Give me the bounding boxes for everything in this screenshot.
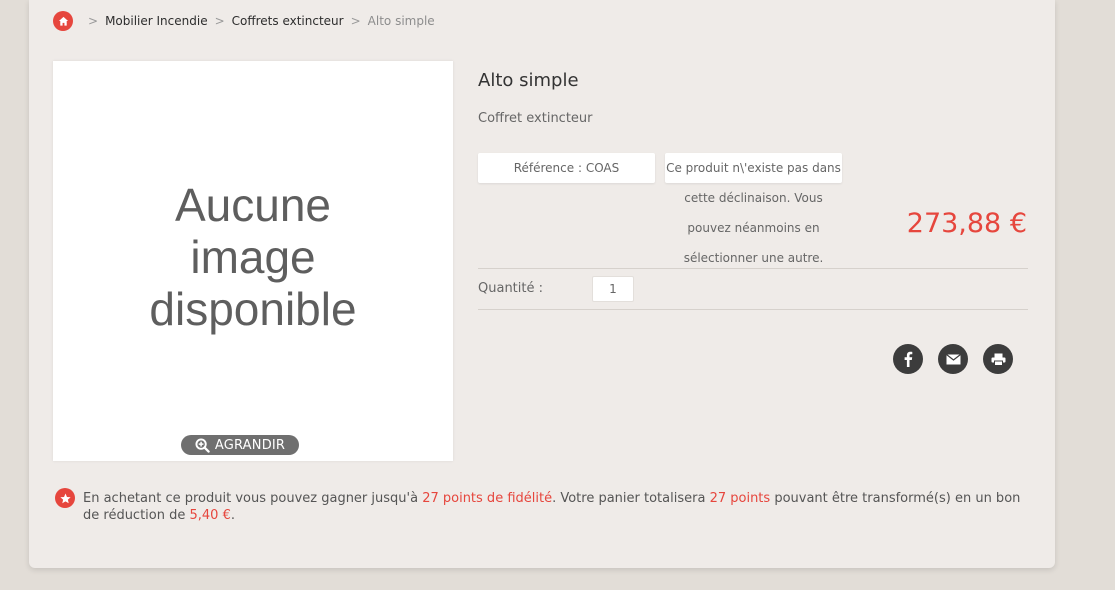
breadcrumb-link-coffrets-extincteur[interactable]: Coffrets extincteur [232, 14, 344, 28]
email-icon [945, 353, 961, 364]
print-button[interactable] [983, 344, 1013, 374]
product-title: Alto simple [478, 70, 579, 91]
product-image[interactable]: Aucune image disponible AGRANDIR [53, 61, 453, 461]
quantity-label: Quantité : [478, 281, 543, 296]
zoom-label: AGRANDIR [214, 437, 286, 453]
breadcrumb-separator: > [350, 14, 361, 28]
availability-line-1: Ce produit n\'existe pas dans [666, 161, 841, 175]
loyalty-points: 27 points de fidélité [422, 491, 553, 506]
loyalty-text-4: . [230, 508, 235, 523]
no-image-placeholder: Aucune image disponible [53, 179, 453, 335]
divider [478, 309, 1028, 310]
product-reference: Référence : COAS [478, 153, 655, 183]
print-icon [991, 353, 1005, 366]
availability-line-3: pouvez néanmoins en [687, 221, 820, 235]
loyalty-voucher-value: 5,40 € [189, 508, 231, 523]
facebook-icon [904, 351, 913, 367]
no-image-line-3: disponible [149, 283, 357, 335]
breadcrumb-current: Alto simple [367, 14, 435, 28]
zoom-button[interactable]: AGRANDIR [181, 435, 299, 455]
no-image-line-2: image [190, 231, 316, 283]
breadcrumb-separator: > [88, 14, 99, 28]
loyalty-text-1: En achetant ce produit vous pouvez gagne… [83, 491, 423, 506]
product-price: 273,88 € [906, 208, 1027, 239]
no-image-line-1: Aucune [174, 179, 331, 231]
zoom-in-icon [195, 437, 210, 453]
breadcrumb: > Mobilier Incendie > Coffrets extincteu… [53, 11, 435, 31]
loyalty-message: En achetant ce produit vous pouvez gagne… [83, 490, 1033, 524]
loyalty-text-2: . Votre panier totalisera [552, 491, 710, 506]
availability-message: Ce produit n\'existe pas dans cette décl… [665, 153, 842, 273]
home-icon[interactable] [53, 11, 73, 31]
breadcrumb-separator: > [214, 14, 225, 28]
star-icon [55, 488, 75, 508]
divider [478, 268, 1028, 269]
breadcrumb-link-mobilier-incendie[interactable]: Mobilier Incendie [105, 14, 208, 28]
quantity-input[interactable] [592, 276, 634, 302]
loyalty-total-points: 27 points [709, 491, 771, 506]
facebook-share-button[interactable] [893, 344, 923, 374]
availability-line-2: cette déclinaison. Vous [684, 191, 823, 205]
product-subtitle: Coffret extincteur [478, 111, 593, 126]
email-share-button[interactable] [938, 344, 968, 374]
